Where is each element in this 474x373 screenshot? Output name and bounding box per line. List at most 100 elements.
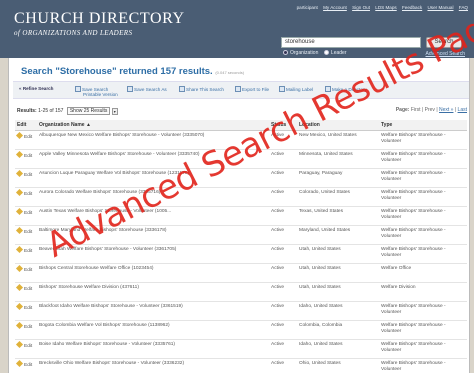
export-icon	[235, 86, 241, 92]
first-page-link[interactable]: First	[411, 107, 421, 113]
prev-page-link[interactable]: Prev	[425, 107, 435, 113]
search-type-radios: Organization Leader	[283, 50, 347, 56]
type-cell: Welfare Bishops' Storehouse - Volunteer	[379, 168, 467, 188]
save-search-as-button[interactable]: Save Search As	[127, 86, 167, 92]
sign-out-link[interactable]: Sign Out	[352, 5, 370, 10]
pencil-icon	[15, 150, 24, 159]
status-cell: Active	[269, 320, 297, 340]
type-cell: Welfare Bishops' Storehouse - Volunteer	[379, 130, 467, 150]
column-header-type[interactable]: Type	[379, 120, 467, 131]
edit-link[interactable]: Edit	[24, 211, 32, 216]
edit-link[interactable]: Edit	[24, 325, 32, 330]
organization-name-cell[interactable]: Blackfoot Idaho Welfare Bishops' Storeho…	[37, 301, 269, 321]
edit-cell[interactable]: Edit	[15, 225, 37, 245]
organization-name-cell[interactable]: Bishops' Storehouse Welfare Division (43…	[37, 282, 269, 302]
organization-name-cell[interactable]: Bishops Central Storehouse Welfare Offic…	[37, 263, 269, 283]
edit-cell[interactable]: Edit	[15, 187, 37, 207]
share-search-button[interactable]: Share This Search	[179, 86, 224, 92]
organization-name-cell[interactable]: Boise Idaho Welfare Bishops' Storehouse …	[37, 339, 269, 359]
save-icon	[75, 86, 81, 92]
edit-link[interactable]: Edit	[24, 287, 32, 292]
leader-radio[interactable]	[323, 50, 329, 55]
edit-cell[interactable]: Edit	[15, 130, 37, 150]
type-cell: Welfare Bishops' Storehouse - Volunteer	[379, 187, 467, 207]
table-row[interactable]: Edit Bishops Central Storehouse Welfare O…	[15, 263, 467, 283]
feedback-link[interactable]: Feedback	[402, 5, 422, 10]
lds-maps-link[interactable]: LDS Maps	[375, 5, 396, 10]
directory-title[interactable]: CHURCH DIRECTORY	[14, 11, 185, 27]
edit-cell[interactable]: Edit	[15, 358, 37, 373]
status-cell: Active	[269, 206, 297, 226]
export-button[interactable]: Export to File	[235, 86, 269, 92]
organization-name-cell[interactable]: Bogota Colombia Welfare Vol Bishops' Sto…	[37, 320, 269, 340]
directory-subtitle: of ORGANIZATIONS AND LEADERS	[14, 29, 133, 37]
type-cell: Welfare Office	[379, 263, 467, 283]
table-row[interactable]: Edit Blackfoot Idaho Welfare Bishops' Sto…	[15, 301, 467, 321]
edit-cell[interactable]: Edit	[15, 149, 37, 169]
edit-link[interactable]: Edit	[24, 135, 32, 140]
edit-cell[interactable]: Edit	[15, 282, 37, 302]
pencil-icon	[15, 359, 24, 368]
pencil-icon	[15, 226, 24, 235]
edit-cell[interactable]: Edit	[15, 263, 37, 283]
pagination: Page: First | Prev | Next » | Last	[395, 107, 467, 113]
edit-link[interactable]: Edit	[24, 154, 32, 159]
pencil-icon	[15, 264, 24, 273]
printable-version-link[interactable]: Printable Version	[83, 92, 118, 97]
last-page-link[interactable]: Last	[458, 107, 467, 113]
refine-search-button[interactable]: « Refine Search	[19, 86, 53, 91]
type-cell: Welfare Bishops' Storehouse - Volunteer	[379, 206, 467, 226]
edit-cell[interactable]: Edit	[15, 301, 37, 321]
status-cell: Active	[269, 225, 297, 245]
type-cell: Welfare Bishops' Storehouse - Volunteer	[379, 149, 467, 169]
status-cell: Active	[269, 301, 297, 321]
edit-cell[interactable]: Edit	[15, 244, 37, 264]
mailing-label-icon	[279, 86, 285, 92]
pencil-icon	[15, 188, 24, 197]
edit-link[interactable]: Edit	[24, 230, 32, 235]
chevron-down-icon[interactable]: ▾	[111, 108, 118, 115]
share-icon	[179, 86, 185, 92]
table-row[interactable]: Edit Aurora Colorado Welfare Bishops' Sto…	[15, 187, 467, 207]
edit-link[interactable]: Edit	[24, 173, 32, 178]
organization-radio[interactable]	[283, 50, 288, 55]
location-cell: Colombia, Colombia	[297, 320, 379, 340]
table-row[interactable]: Edit Bogota Colombia Welfare Vol Bishops'…	[15, 320, 467, 340]
edit-cell[interactable]: Edit	[15, 320, 37, 340]
type-cell: Welfare Bishops' Storehouse - Volunteer	[379, 358, 467, 373]
pencil-icon	[15, 321, 24, 330]
type-cell: Welfare Bishops' Storehouse - Volunteer	[379, 244, 467, 264]
type-cell: Welfare Bishops' Storehouse - Volunteer	[379, 301, 467, 321]
location-cell: Idaho, United States	[297, 339, 379, 359]
edit-cell[interactable]: Edit	[15, 168, 37, 188]
location-cell: Paraguay, Paraguay	[297, 168, 379, 188]
results-per-page-select[interactable]: Show 25 Results	[66, 107, 111, 115]
user-manual-link[interactable]: User Manual	[427, 5, 453, 10]
status-cell: Active	[269, 168, 297, 188]
location-cell: Minnesota, United States	[297, 149, 379, 169]
edit-link[interactable]: Edit	[24, 268, 32, 273]
mailing-label-button[interactable]: Mailing Label	[279, 86, 313, 92]
edit-link[interactable]: Edit	[24, 306, 32, 311]
pencil-icon	[15, 245, 24, 254]
faq-link[interactable]: FAQ	[459, 5, 468, 10]
table-row[interactable]: Edit Boise Idaho Welfare Bishops' Storeho…	[15, 339, 467, 359]
next-page-link[interactable]: Next »	[439, 107, 453, 113]
column-header-organization-name[interactable]: Organization Name ▲	[37, 120, 269, 131]
status-cell: Active	[269, 282, 297, 302]
organization-name-cell[interactable]: Brecksville Ohio Welfare Bishops' Storeh…	[37, 358, 269, 373]
edit-link[interactable]: Edit	[24, 344, 32, 349]
table-row[interactable]: Edit Brecksville Ohio Welfare Bishops' St…	[15, 358, 467, 373]
page-label: Page:	[395, 107, 410, 113]
export-label: Export to File	[242, 87, 270, 92]
table-row[interactable]: Edit Bishops' Storehouse Welfare Division…	[15, 282, 467, 302]
edit-link[interactable]: Edit	[24, 363, 32, 368]
edit-link[interactable]: Edit	[24, 192, 32, 197]
pencil-icon	[15, 283, 24, 292]
edit-link[interactable]: Edit	[24, 249, 32, 254]
column-header-edit: Edit	[15, 120, 37, 131]
edit-cell[interactable]: Edit	[15, 206, 37, 226]
my-account-link[interactable]: My Account	[323, 5, 347, 10]
edit-cell[interactable]: Edit	[15, 339, 37, 359]
save-as-icon	[127, 86, 133, 92]
